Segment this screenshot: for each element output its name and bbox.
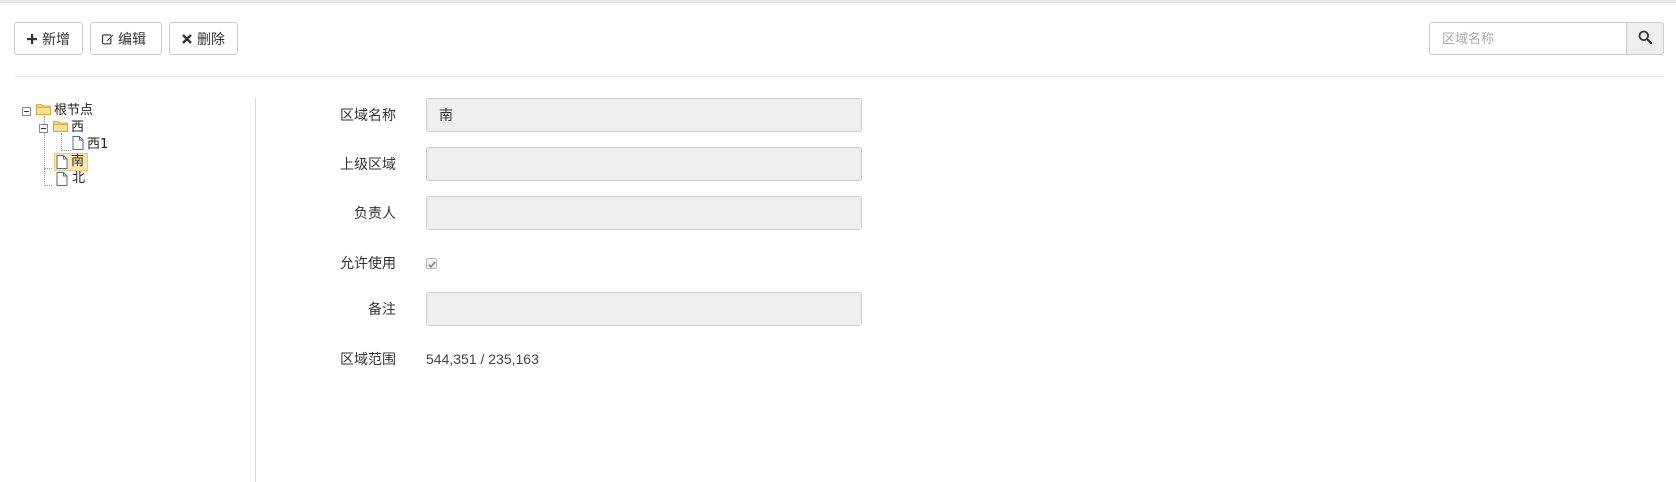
search-box (1429, 22, 1664, 55)
tree-node-label[interactable]: 根节点 (51, 102, 96, 120)
tree-node-label[interactable]: 北 (69, 170, 88, 188)
document-icon (72, 136, 84, 154)
toolbar: 新增 编辑 删除 (14, 22, 238, 55)
tree-node-west[interactable]: 西 (39, 119, 87, 137)
form-row-name: 区域名称 南 (300, 98, 862, 132)
enabled-checkbox[interactable] (426, 255, 437, 271)
add-button-label: 新增 (42, 30, 70, 47)
panel-separator (255, 98, 256, 482)
tree-node-south[interactable]: 南 (54, 153, 89, 171)
tree-node-label[interactable]: 西1 (84, 136, 111, 154)
form-row-parent: 上级区域 (300, 147, 862, 181)
document-icon (56, 172, 68, 186)
top-border (0, 0, 1676, 3)
check-icon (427, 255, 436, 271)
region-tree: 根节点 西 西1 南 北 (20, 102, 250, 482)
parent-field[interactable] (426, 147, 862, 181)
tree-connector (44, 168, 52, 169)
owner-label: 负责人 (354, 205, 396, 221)
add-button[interactable]: 新增 (14, 22, 83, 55)
document-icon (56, 155, 68, 169)
form-row-remark: 备注 (300, 292, 862, 326)
collapse-icon[interactable] (39, 123, 48, 133)
edit-icon (102, 33, 114, 45)
enabled-label: 允许使用 (340, 255, 396, 271)
range-value: 544,351 / 235,163 (426, 351, 539, 367)
tree-connector (44, 185, 52, 186)
tree-node-label: 南 (71, 154, 85, 169)
folder-icon (53, 120, 68, 136)
name-field[interactable]: 南 (426, 98, 862, 132)
form-row-owner: 负责人 (300, 196, 862, 230)
delete-button-label: 删除 (197, 30, 225, 47)
edit-button[interactable]: 编辑 (90, 22, 162, 55)
close-icon (181, 33, 193, 44)
owner-field[interactable] (426, 196, 862, 230)
form-row-enabled: 允许使用 (300, 253, 437, 273)
search-input[interactable] (1429, 22, 1626, 55)
remark-field[interactable] (426, 292, 862, 326)
tree-node-west-1[interactable]: 西1 (72, 136, 111, 154)
collapse-icon[interactable] (22, 106, 31, 116)
range-label: 区域范围 (340, 351, 396, 367)
tree-node-label[interactable]: 西 (68, 119, 87, 137)
remark-label: 备注 (368, 301, 396, 317)
name-label: 区域名称 (340, 107, 396, 123)
toolbar-divider (14, 76, 1664, 77)
tree-connector (61, 150, 71, 151)
delete-button[interactable]: 删除 (169, 22, 238, 55)
tree-node-selected[interactable]: 南 (54, 153, 89, 171)
folder-icon (36, 103, 51, 119)
plus-icon (26, 33, 38, 44)
search-button[interactable] (1626, 22, 1664, 55)
search-icon (1638, 30, 1653, 47)
edit-button-label: 编辑 (118, 30, 146, 47)
tree-node-north[interactable]: 北 (54, 170, 88, 188)
tree-node-root[interactable]: 根节点 (22, 102, 96, 120)
parent-label: 上级区域 (340, 156, 396, 172)
form-row-range: 区域范围 544,351 / 235,163 (300, 349, 539, 369)
